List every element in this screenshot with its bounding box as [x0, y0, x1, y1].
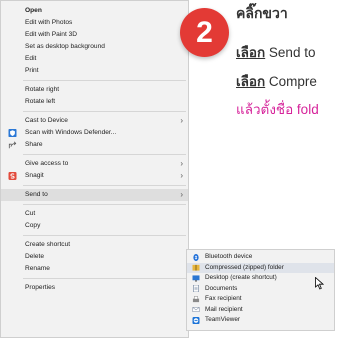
- menu-item-create-shortcut[interactable]: Create shortcut: [1, 239, 188, 251]
- menu-separator: [23, 111, 186, 112]
- submenu-item-label: Fax recipient: [205, 295, 242, 302]
- menu-item-label: Send to: [25, 191, 48, 198]
- instruction-line-right-click: คลิ๊กขวา: [236, 5, 288, 21]
- instruction-line-select-compressed: เลือก Compre: [236, 70, 317, 92]
- menu-item-scan-with-defender[interactable]: Scan with Windows Defender...: [1, 127, 188, 139]
- menu-item-label: Rename: [25, 265, 50, 272]
- menu-separator: [23, 235, 186, 236]
- submenu-item-label: Compressed (zipped) folder: [205, 263, 284, 271]
- submenu-item-label: Documents: [205, 284, 238, 292]
- menu-item-label: Delete: [25, 253, 45, 260]
- instruction-keyword: เลือก: [236, 45, 266, 60]
- menu-item-cast-to-device[interactable]: Cast to Device ›: [1, 115, 188, 127]
- submenu-item-compressed-folder[interactable]: Compressed (zipped) folder: [187, 262, 334, 273]
- menu-separator: [23, 185, 186, 186]
- menu-separator: [23, 154, 186, 155]
- menu-separator: [23, 204, 186, 205]
- menu-item-label: Give access to: [25, 160, 69, 167]
- menu-item-label: Create shortcut: [25, 241, 71, 248]
- menu-item-share[interactable]: Share: [1, 139, 188, 151]
- menu-item-properties[interactable]: Properties: [1, 282, 188, 294]
- menu-item-label: Cast to Device: [25, 117, 68, 124]
- instruction-line-name-folder: แล้วตั้งชื่อ fold: [236, 102, 319, 117]
- mail-icon: [192, 307, 200, 312]
- menu-item-label: Snagit: [25, 172, 44, 179]
- menu-item-set-desktop-background[interactable]: Set as desktop background: [1, 41, 188, 53]
- step-number-badge: 2: [180, 8, 229, 57]
- menu-item-edit-with-paint-3d[interactable]: Edit with Paint 3D: [1, 29, 188, 41]
- context-menu: Open Edit with Photos Edit with Paint 3D…: [0, 0, 189, 338]
- menu-item-copy[interactable]: Copy: [1, 220, 188, 232]
- menu-item-open[interactable]: Open: [1, 5, 188, 17]
- zip-folder-icon: [192, 264, 200, 271]
- submenu-item-fax-recipient[interactable]: Fax recipient: [187, 294, 334, 305]
- instruction-text: Send to: [265, 45, 316, 60]
- menu-item-label: Print: [25, 67, 39, 74]
- menu-item-label: Edit with Paint 3D: [25, 31, 78, 38]
- menu-item-label: Open: [25, 7, 42, 14]
- instruction-text: Compre: [265, 74, 317, 89]
- instruction-line-select-send-to: เลือก Send to: [236, 41, 315, 63]
- menu-separator: [23, 80, 186, 81]
- menu-item-label: Properties: [25, 284, 56, 291]
- submenu-item-label: Desktop (create shortcut): [205, 274, 277, 281]
- menu-item-label: Cut: [25, 210, 36, 217]
- menu-item-edit-with-photos[interactable]: Edit with Photos: [1, 17, 188, 29]
- fax-icon: [192, 295, 200, 302]
- submenu-item-label: Bluetooth device: [205, 253, 253, 260]
- snagit-icon: [8, 172, 17, 180]
- submenu-arrow-icon: ›: [180, 190, 183, 199]
- submenu-arrow-icon: ›: [180, 116, 183, 125]
- menu-item-snagit[interactable]: Snagit ›: [1, 170, 188, 182]
- mouse-cursor-icon: [315, 277, 324, 290]
- instruction-keyword: เลือก: [236, 74, 266, 89]
- submenu-item-documents[interactable]: Documents: [187, 284, 334, 295]
- menu-item-send-to[interactable]: Send to ›: [1, 189, 188, 201]
- menu-item-give-access-to[interactable]: Give access to ›: [1, 158, 188, 170]
- menu-item-label: Copy: [25, 222, 41, 229]
- submenu-item-bluetooth[interactable]: Bluetooth device: [187, 252, 334, 263]
- submenu-item-label: Mail recipient: [205, 305, 243, 313]
- menu-item-label: Rotate left: [25, 98, 56, 105]
- menu-item-rotate-right[interactable]: Rotate right: [1, 84, 188, 96]
- menu-item-edit[interactable]: Edit: [1, 53, 188, 65]
- menu-separator: [23, 278, 186, 279]
- submenu-item-label: TeamViewer: [205, 316, 241, 323]
- menu-item-cut[interactable]: Cut: [1, 208, 188, 220]
- submenu-item-mail-recipient[interactable]: Mail recipient: [187, 305, 334, 316]
- menu-item-rename[interactable]: Rename: [1, 263, 188, 275]
- menu-item-label: Rotate right: [25, 86, 60, 93]
- submenu-item-teamviewer[interactable]: TeamViewer: [187, 315, 334, 326]
- menu-item-delete[interactable]: Delete: [1, 251, 188, 263]
- teamviewer-icon: [192, 316, 200, 324]
- submenu-arrow-icon: ›: [180, 159, 183, 168]
- menu-item-label: Set as desktop background: [25, 43, 105, 50]
- menu-item-label: Edit: [25, 55, 37, 62]
- menu-item-label: Edit with Photos: [25, 19, 73, 26]
- menu-item-label: Scan with Windows Defender...: [25, 129, 117, 136]
- menu-item-rotate-left[interactable]: Rotate left: [1, 96, 188, 108]
- submenu-arrow-icon: ›: [180, 171, 183, 180]
- submenu-item-desktop-shortcut[interactable]: Desktop (create shortcut): [187, 273, 334, 284]
- menu-item-print[interactable]: Print: [1, 65, 188, 77]
- defender-shield-icon: [8, 129, 17, 137]
- share-icon: [8, 141, 17, 149]
- bluetooth-icon: [193, 253, 199, 261]
- send-to-submenu: Bluetooth device Compressed (zipped) fol…: [186, 249, 335, 331]
- desktop-icon: [192, 274, 200, 282]
- menu-item-label: Share: [25, 141, 43, 148]
- documents-icon: [193, 285, 199, 292]
